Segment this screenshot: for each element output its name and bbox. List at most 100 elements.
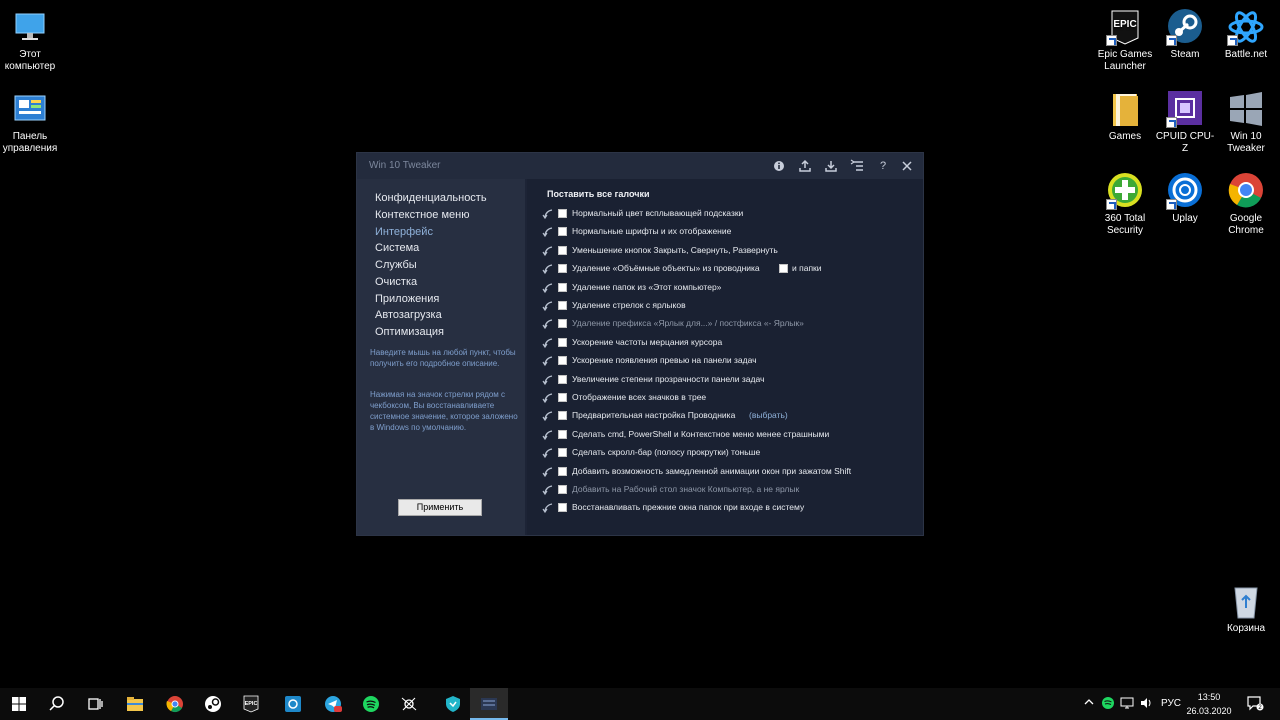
sidebar-item-interface[interactable]: Интерфейс: [375, 226, 433, 238]
option-label[interactable]: Предварительная настройка Проводника: [572, 410, 735, 420]
option-checkbox[interactable]: [558, 448, 567, 458]
sidebar-item-apps[interactable]: Приложения: [375, 293, 439, 305]
taskbar-telegram[interactable]: [314, 688, 352, 720]
sidebar-item-privacy[interactable]: Конфиденциальность: [375, 192, 487, 204]
restore-default-arrow-icon[interactable]: [542, 466, 554, 478]
desktop-icon-chrome[interactable]: Google Chrome: [1214, 172, 1278, 237]
check-all-link[interactable]: Поставить все галочки: [547, 189, 649, 199]
restore-default-arrow-icon[interactable]: [542, 208, 554, 220]
option-checkbox[interactable]: [558, 227, 567, 237]
sidebar-item-startup[interactable]: Автозагрузка: [375, 309, 442, 321]
info-icon[interactable]: [771, 158, 787, 174]
option-checkbox[interactable]: [558, 337, 567, 347]
option-checkbox[interactable]: [558, 319, 567, 329]
restore-default-arrow-icon[interactable]: [542, 282, 554, 294]
sidebar-item-cleanup[interactable]: Очистка: [375, 276, 417, 288]
search-button[interactable]: [38, 688, 76, 720]
option-checkbox[interactable]: [558, 301, 567, 310]
option-folders-label[interactable]: и папки: [792, 263, 822, 273]
network-icon[interactable]: [1120, 696, 1134, 713]
restore-default-arrow-icon[interactable]: [542, 263, 554, 275]
option-label[interactable]: Сделать cmd, PowerShell и Контекстное ме…: [572, 429, 829, 439]
taskbar-satellite-app[interactable]: [390, 688, 428, 720]
language-indicator[interactable]: РУС: [1161, 698, 1181, 709]
option-checkbox-folders[interactable]: [779, 264, 788, 274]
taskbar-spotify[interactable]: [352, 688, 390, 720]
restore-default-arrow-icon[interactable]: [542, 245, 554, 257]
option-checkbox[interactable]: [558, 374, 567, 384]
option-label[interactable]: Ускорение частоты мерцания курсора: [572, 337, 722, 347]
option-checkbox[interactable]: [558, 356, 567, 366]
restore-default-arrow-icon[interactable]: [542, 502, 554, 514]
desktop-icon-games[interactable]: Games: [1093, 90, 1157, 143]
option-checkbox[interactable]: [558, 466, 567, 476]
desktop-icon-epic-games[interactable]: EPIC Epic Games Launcher: [1093, 8, 1157, 73]
sidebar-item-system[interactable]: Система: [375, 242, 419, 254]
option-checkbox[interactable]: [558, 209, 567, 218]
desktop-icon-steam[interactable]: Steam: [1153, 8, 1217, 61]
volume-icon[interactable]: [1139, 696, 1153, 713]
desktop-icon-360[interactable]: 360 Total Security: [1093, 172, 1157, 237]
restore-default-arrow-icon[interactable]: [542, 410, 554, 422]
option-checkbox[interactable]: [558, 429, 567, 439]
clock[interactable]: 13:50 26.03.2020: [1180, 690, 1238, 718]
help-icon[interactable]: ?: [875, 158, 891, 174]
restore-default-arrow-icon[interactable]: [542, 318, 554, 330]
import-icon[interactable]: [823, 158, 839, 174]
option-label[interactable]: Увеличение степени прозрачности панели з…: [572, 374, 764, 384]
sidebar-item-context-menu[interactable]: Контекстное меню: [375, 209, 469, 221]
chevron-up-icon[interactable]: [1083, 696, 1095, 711]
taskbar-app[interactable]: [274, 688, 312, 720]
taskbar-steam[interactable]: [194, 688, 232, 720]
taskbar-win10tweaker[interactable]: [470, 688, 508, 720]
desktop-icon-uplay[interactable]: Uplay: [1153, 172, 1217, 225]
option-select-link[interactable]: (выбрать): [749, 410, 788, 420]
option-checkbox[interactable]: [558, 485, 567, 494]
sidebar-item-services[interactable]: Службы: [375, 259, 417, 271]
restore-default-arrow-icon[interactable]: [542, 337, 554, 349]
option-label[interactable]: Ускорение появления превью на панели зад…: [572, 355, 757, 365]
desktop-icon-win10tweaker[interactable]: Win 10 Tweaker: [1214, 90, 1278, 155]
restore-default-arrow-icon[interactable]: [542, 226, 554, 238]
restore-default-arrow-icon[interactable]: [542, 300, 554, 312]
task-view-button[interactable]: [76, 688, 114, 720]
option-label[interactable]: Отображение всех значков в трее: [572, 392, 706, 402]
option-checkbox[interactable]: [558, 411, 567, 421]
spotify-tray-icon[interactable]: [1101, 696, 1115, 713]
sidebar-item-optimization[interactable]: Оптимизация: [375, 326, 444, 338]
option-label[interactable]: Уменьшение кнопок Закрыть, Свернуть, Раз…: [572, 245, 778, 255]
title-bar[interactable]: Win 10 Tweaker ?: [357, 153, 923, 179]
option-label[interactable]: Добавить на Рабочий стол значок Компьюте…: [572, 484, 799, 494]
restore-default-arrow-icon[interactable]: [542, 374, 554, 386]
option-checkbox[interactable]: [558, 245, 567, 255]
desktop-icon-control-panel[interactable]: Панель управления: [0, 90, 62, 155]
taskbar-chrome[interactable]: [156, 688, 194, 720]
desktop-icon-this-pc[interactable]: Этот компьютер: [0, 8, 62, 73]
list-restore-icon[interactable]: [849, 158, 865, 174]
notification-center-icon[interactable]: 2: [1246, 695, 1264, 714]
option-checkbox[interactable]: [558, 393, 567, 402]
close-icon[interactable]: [899, 158, 915, 174]
taskbar-explorer[interactable]: [116, 688, 154, 720]
export-icon[interactable]: [797, 158, 813, 174]
option-label[interactable]: Восстанавливать прежние окна папок при в…: [572, 502, 804, 512]
option-label[interactable]: Добавить возможность замедленной анимаци…: [572, 466, 851, 476]
restore-default-arrow-icon[interactable]: [542, 447, 554, 459]
desktop-icon-recycle-bin[interactable]: Корзина: [1214, 582, 1278, 635]
option-checkbox[interactable]: [558, 503, 567, 513]
restore-default-arrow-icon[interactable]: [542, 429, 554, 441]
taskbar-epic[interactable]: EPIC: [232, 688, 270, 720]
option-label[interactable]: Удаление «Объёмные объекты» из проводник…: [572, 263, 760, 273]
restore-default-arrow-icon[interactable]: [542, 355, 554, 367]
option-label[interactable]: Удаление папок из «Этот компьютер»: [572, 282, 721, 292]
desktop-icon-cpuz[interactable]: CPUID CPU-Z: [1153, 90, 1217, 155]
option-label[interactable]: Нормальные шрифты и их отображение: [572, 226, 731, 236]
taskbar-vpn[interactable]: [434, 688, 472, 720]
option-label[interactable]: Сделать скролл-бар (полосу прокрутки) то…: [572, 447, 760, 457]
desktop-icon-battlenet[interactable]: Battle.net: [1214, 8, 1278, 61]
option-label[interactable]: Удаление стрелок с ярлыков: [572, 300, 686, 310]
start-button[interactable]: [0, 688, 38, 720]
option-checkbox[interactable]: [558, 264, 567, 274]
restore-default-arrow-icon[interactable]: [542, 392, 554, 404]
restore-default-arrow-icon[interactable]: [542, 484, 554, 496]
